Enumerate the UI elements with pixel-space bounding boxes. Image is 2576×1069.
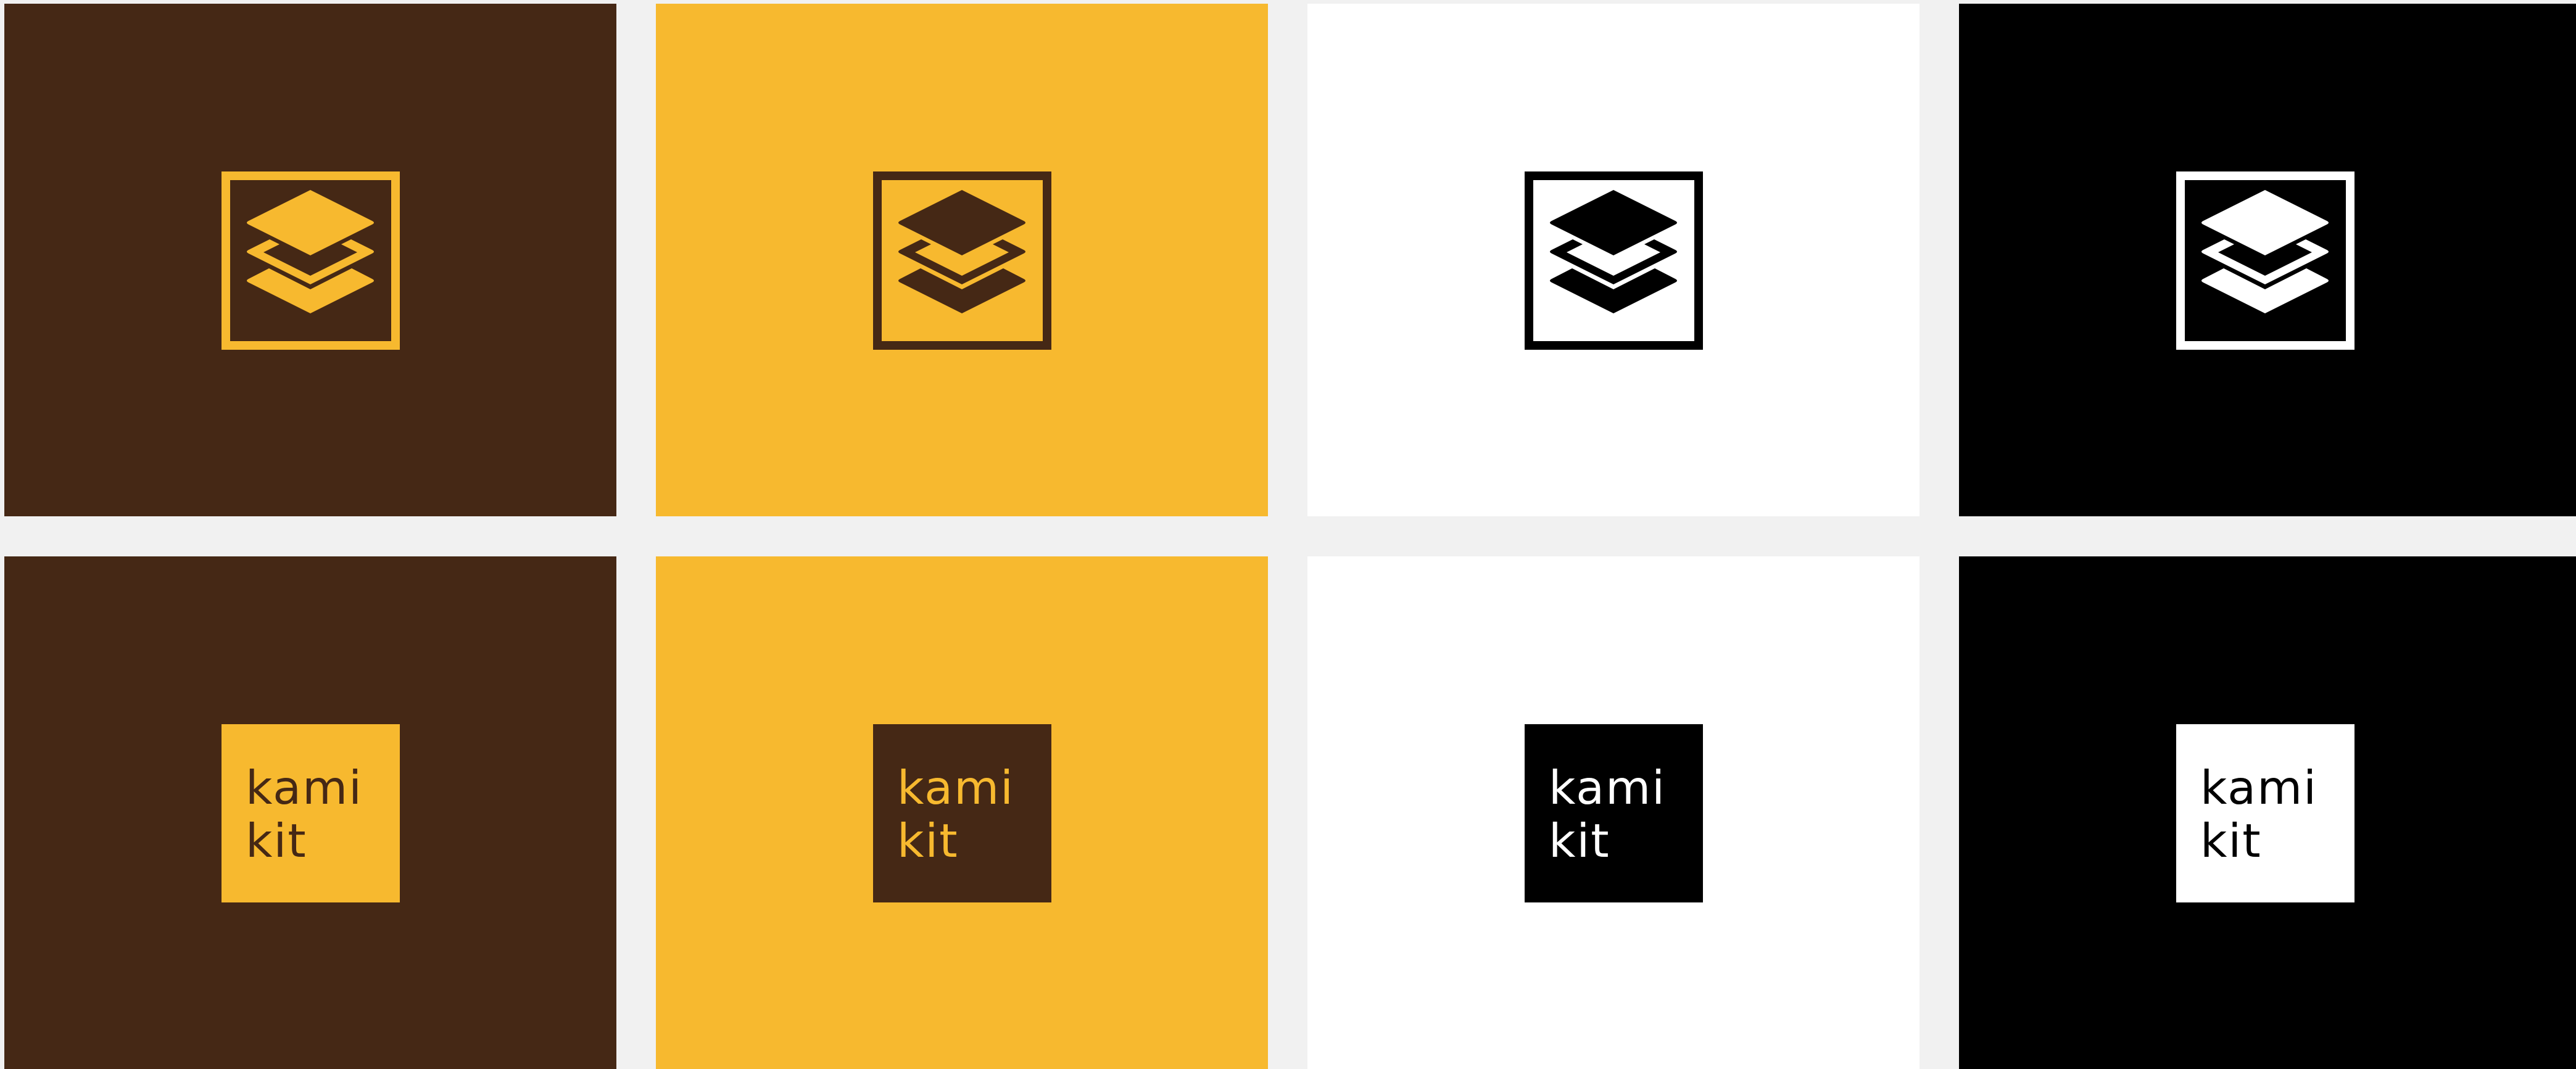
wordmark-text: kami kit <box>2200 761 2317 867</box>
wordmark-line-1: kami <box>2200 761 2317 815</box>
wordmark-line-2: kit <box>897 814 959 868</box>
wordmark-line-2: kit <box>1549 814 1610 868</box>
wordmark-text: kami kit <box>246 761 363 867</box>
logo-variations-sheet: { "colors": { "brown": "#452815", "yello… <box>0 0 2576 1069</box>
wordmark-tile-black: kami kit <box>1959 556 2576 1069</box>
stacked-layers-icon <box>1525 171 1703 350</box>
wordmark-badge: kami kit <box>222 724 400 902</box>
wordmark-tile-brown: kami kit <box>4 556 616 1069</box>
wordmark-badge: kami kit <box>873 724 1051 902</box>
wordmark-text: kami kit <box>897 761 1014 867</box>
icon-tile-brown <box>4 4 616 516</box>
stacked-layers-icon <box>222 171 400 350</box>
wordmark-line-1: kami <box>1549 761 1666 815</box>
icon-tile-white <box>1307 4 1920 516</box>
wordmark-line-2: kit <box>2200 814 2262 868</box>
wordmark-badge: kami kit <box>2176 724 2354 902</box>
wordmark-tile-white: kami kit <box>1307 556 1920 1069</box>
wordmark-badge: kami kit <box>1525 724 1703 902</box>
wordmark-line-1: kami <box>246 761 363 815</box>
wordmark-line-1: kami <box>897 761 1014 815</box>
wordmark-line-2: kit <box>246 814 307 868</box>
stacked-layers-icon <box>873 171 1051 350</box>
icon-tile-yellow <box>656 4 1268 516</box>
stacked-layers-icon <box>2176 171 2354 350</box>
icon-tile-black <box>1959 4 2576 516</box>
wordmark-text: kami kit <box>1549 761 1666 867</box>
wordmark-tile-yellow: kami kit <box>656 556 1268 1069</box>
